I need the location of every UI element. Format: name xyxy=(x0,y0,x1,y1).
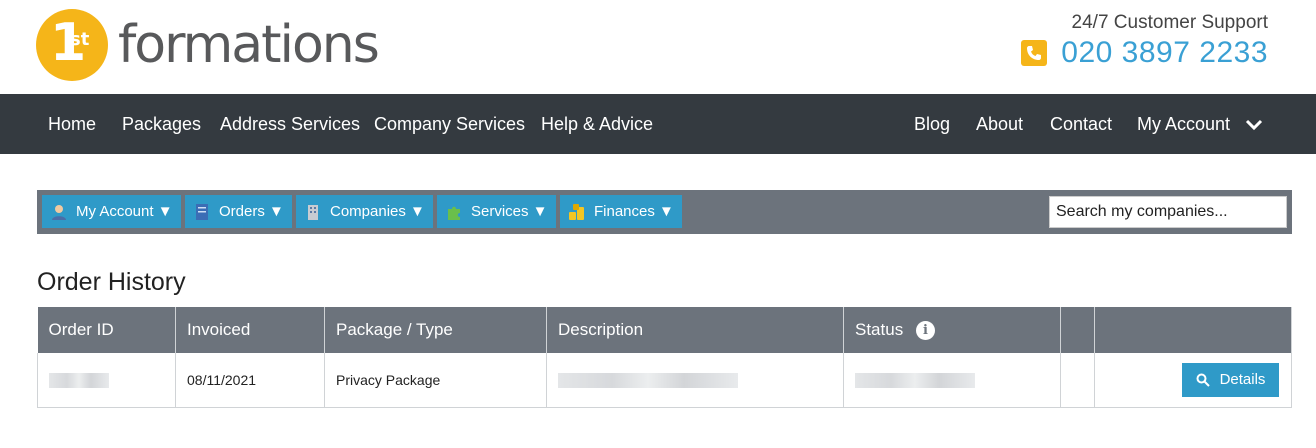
status-header-label: Status xyxy=(855,319,904,339)
nav-packages[interactable]: Packages xyxy=(122,94,201,154)
phone-number[interactable]: 020 3897 2233 xyxy=(1061,36,1268,70)
invoiced-cell: 08/11/2021 xyxy=(175,353,325,408)
table-row: 08/11/2021 Privacy Package Details xyxy=(37,353,1292,408)
support-phone[interactable]: 020 3897 2233 xyxy=(1021,36,1268,70)
nav-about[interactable]: About xyxy=(976,94,1023,154)
nav-home[interactable]: Home xyxy=(48,94,96,154)
coins-icon xyxy=(569,203,584,220)
actions-cell: Details xyxy=(1094,353,1292,408)
order-id-cell[interactable] xyxy=(37,353,176,408)
redacted-description xyxy=(558,373,738,389)
search-companies-input[interactable] xyxy=(1049,196,1287,228)
package-cell: Privacy Package xyxy=(324,353,547,408)
description-cell xyxy=(546,353,844,408)
column-header-actions xyxy=(1094,307,1292,353)
building-icon xyxy=(308,204,318,220)
document-icon xyxy=(196,203,208,220)
toolbar-finances-button[interactable]: Finances ▼ xyxy=(560,195,682,228)
nav-address-services[interactable]: Address Services xyxy=(220,94,360,154)
toolbar-my-account-button[interactable]: My Account ▼ xyxy=(42,195,181,228)
details-button-label: Details xyxy=(1219,371,1266,389)
toolbar-finances-label: Finances ▼ xyxy=(594,203,674,220)
column-header-description[interactable]: Description xyxy=(546,307,844,353)
main-navigation: Home Packages Address Services Company S… xyxy=(0,94,1316,154)
logo-wordmark: formations xyxy=(118,15,380,75)
page-title: Order History xyxy=(37,268,186,296)
nav-my-account-label: My Account xyxy=(1137,114,1231,134)
nav-company-services[interactable]: Company Services xyxy=(374,94,525,154)
blank-cell xyxy=(1060,353,1095,408)
status-cell xyxy=(843,353,1061,408)
nav-my-account[interactable]: My Account xyxy=(1137,94,1263,154)
order-history-table: Order ID Invoiced Package / Type Descrip… xyxy=(37,307,1292,408)
table-header-row: Order ID Invoiced Package / Type Descrip… xyxy=(37,307,1292,353)
logo-badge: 1 st xyxy=(36,9,108,81)
toolbar-services-button[interactable]: Services ▼ xyxy=(437,195,556,228)
toolbar-my-account-label: My Account ▼ xyxy=(76,203,173,220)
phone-icon xyxy=(1021,40,1048,66)
account-toolbar: My Account ▼ Orders ▼ Companies ▼ Servic… xyxy=(37,190,1292,234)
column-header-invoiced[interactable]: Invoiced xyxy=(175,307,325,353)
column-header-status[interactable]: Status i xyxy=(843,307,1061,353)
toolbar-services-label: Services ▼ xyxy=(471,203,548,220)
user-icon xyxy=(52,204,66,220)
toolbar-orders-label: Orders ▼ xyxy=(219,203,284,220)
nav-blog[interactable]: Blog xyxy=(914,94,950,154)
nav-help-advice[interactable]: Help & Advice xyxy=(541,94,653,154)
nav-contact[interactable]: Contact xyxy=(1050,94,1112,154)
redacted-status xyxy=(855,373,975,389)
puzzle-icon xyxy=(448,206,460,220)
support-label: 24/7 Customer Support xyxy=(1071,12,1268,33)
magnifier-icon xyxy=(1196,373,1210,387)
toolbar-companies-button[interactable]: Companies ▼ xyxy=(296,195,433,228)
column-header-order-id[interactable]: Order ID xyxy=(37,307,176,353)
redacted-order-id xyxy=(49,373,109,389)
details-button[interactable]: Details xyxy=(1182,362,1279,397)
logo-suffix: st xyxy=(70,29,90,50)
info-icon[interactable]: i xyxy=(915,321,935,340)
chevron-down-icon xyxy=(1246,120,1263,131)
site-logo[interactable]: 1 st formations xyxy=(36,8,380,82)
toolbar-orders-button[interactable]: Orders ▼ xyxy=(185,195,292,228)
toolbar-companies-label: Companies ▼ xyxy=(330,203,425,220)
column-header-blank xyxy=(1060,307,1095,353)
column-header-package-type[interactable]: Package / Type xyxy=(324,307,547,353)
